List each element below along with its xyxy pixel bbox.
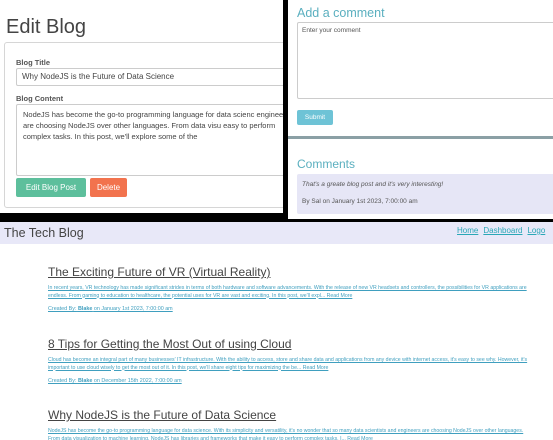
edit-blog-post-button[interactable]: Edit Blog Post	[16, 178, 86, 197]
post-meta-prefix: Created By:	[48, 306, 77, 312]
composite-screenshot: Edit Blog Blog Title Why NodeJS is the F…	[0, 0, 553, 440]
blog-content-label: Blog Content	[16, 94, 64, 103]
post-meta-prefix: Created By:	[48, 378, 77, 384]
post-meta: Created By: Blake on January 1st 2023, 7…	[48, 306, 528, 312]
nav-dashboard-link[interactable]: Dashboard	[483, 226, 522, 235]
post-title[interactable]: The Exciting Future of VR (Virtual Reali…	[48, 265, 528, 279]
post-excerpt[interactable]: Cloud has become an integral part of man…	[48, 357, 528, 372]
post-excerpt[interactable]: In recent years, VR technology has made …	[48, 285, 528, 300]
post-meta: Created By: Blake on December 15th 2022,…	[48, 378, 528, 384]
comments-heading: Comments	[297, 157, 356, 171]
edit-blog-panel: Edit Blog Blog Title Why NodeJS is the F…	[0, 0, 283, 213]
add-comment-heading: Add a comment	[297, 6, 385, 20]
submit-button[interactable]: Submit	[297, 110, 333, 125]
comment-input[interactable]: Enter your comment	[297, 22, 553, 99]
blog-title-input[interactable]: Why NodeJS is the Future of Data Science	[16, 68, 283, 86]
comment-meta: By Sal on January 1st 2023, 7:00:00 am	[302, 198, 418, 205]
comment-text: That's a greate blog post and it's very …	[302, 181, 444, 188]
post-excerpt[interactable]: NodeJS has become the go-to programming …	[48, 428, 528, 440]
post-card[interactable]: 8 Tips for Getting the Most Out of using…	[48, 337, 528, 384]
home-page: The Tech Blog Home Dashboard Logo The Ex…	[0, 222, 553, 440]
blog-content-textarea[interactable]: NodeJS has become the go-to programming …	[16, 104, 283, 176]
delete-button[interactable]: Delete	[90, 178, 127, 197]
post-title[interactable]: Why NodeJS is the Future of Data Science	[48, 408, 528, 422]
post-title[interactable]: 8 Tips for Getting the Most Out of using…	[48, 337, 528, 351]
comment-card: That's a greate blog post and it's very …	[297, 174, 553, 214]
nav-home-link[interactable]: Home	[457, 226, 478, 235]
site-title: The Tech Blog	[4, 226, 84, 240]
edit-blog-heading: Edit Blog	[6, 16, 87, 38]
post-date: on January 1st 2023, 7:00:00 am	[93, 306, 173, 312]
comment-panel: Add a comment Enter your comment Submit …	[288, 0, 553, 219]
site-header: The Tech Blog Home Dashboard Logo	[0, 222, 553, 244]
post-date: on December 15th 2022, 7:00:00 am	[93, 378, 182, 384]
blog-title-label: Blog Title	[16, 58, 51, 67]
nav-bar: Home Dashboard Logo	[457, 226, 545, 235]
nav-login-link[interactable]: Logo	[527, 226, 545, 235]
post-card[interactable]: Why NodeJS is the Future of Data Science…	[48, 408, 528, 440]
post-author: Blake	[77, 378, 93, 384]
post-author: Blake	[77, 306, 93, 312]
edit-blog-form: Blog Title Why NodeJS is the Future of D…	[4, 42, 283, 208]
section-divider	[288, 136, 553, 139]
post-card[interactable]: The Exciting Future of VR (Virtual Reali…	[48, 265, 528, 312]
